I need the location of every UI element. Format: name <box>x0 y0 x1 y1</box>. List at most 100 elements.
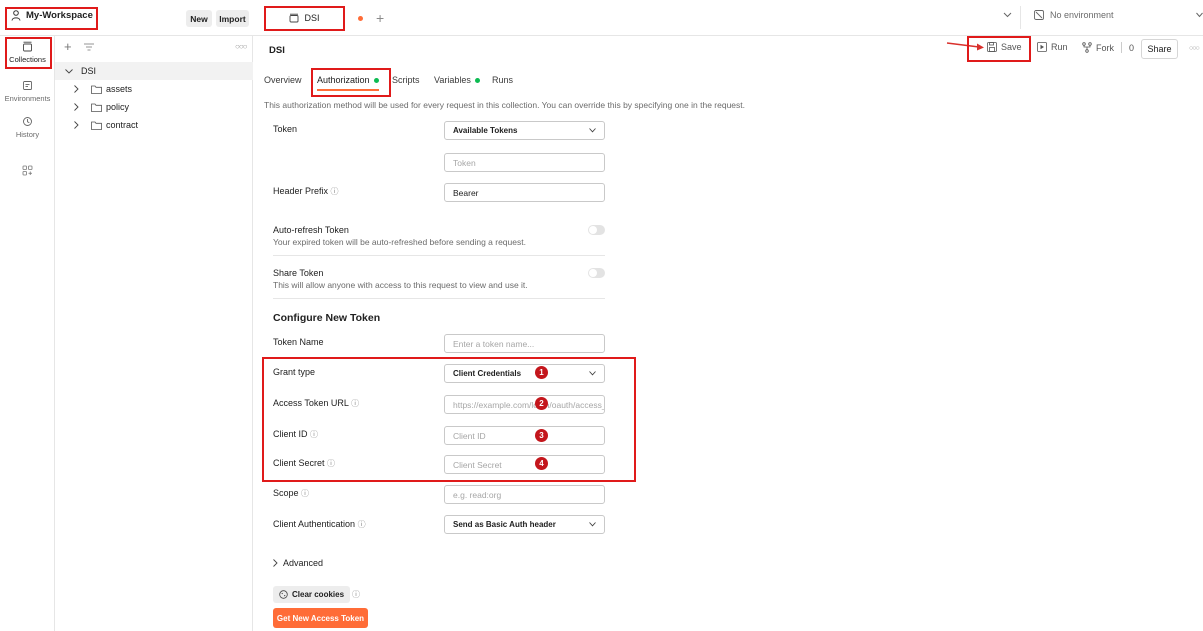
header-prefix-input[interactable]: Bearer <box>444 183 605 202</box>
grant-type-label: Grant type <box>273 367 316 377</box>
rail-environments[interactable]: Environments <box>0 80 55 103</box>
advanced-toggle[interactable]: Advanced <box>273 558 323 568</box>
chevron-down-icon <box>65 68 73 74</box>
chevron-down-icon <box>589 128 596 133</box>
client-auth-select[interactable]: Send as Basic Auth header <box>444 515 605 534</box>
client-secret-label: Client Secret ⓘ <box>273 458 335 469</box>
chevron-right-icon <box>273 559 278 567</box>
sidebar-more-icon[interactable]: ○○○ <box>235 42 247 51</box>
access-token-url-input[interactable]: https://example.com/login/oauth/access_t… <box>444 395 605 414</box>
tree-row-folder[interactable]: policy <box>55 98 253 116</box>
tab-variables[interactable]: Variables <box>434 75 480 85</box>
fork-separator <box>1121 42 1122 53</box>
configure-sidebar-icon[interactable] <box>22 165 33 176</box>
info-icon: ⓘ <box>310 430 319 439</box>
new-button[interactable]: New <box>186 10 212 27</box>
tab-label: DSI <box>304 12 320 23</box>
tabs-overflow-chevron-icon[interactable] <box>1003 12 1012 18</box>
user-icon <box>11 10 21 21</box>
client-auth-value: Send as Basic Auth header <box>453 520 556 529</box>
fork-button[interactable]: Fork 0 <box>1082 42 1134 53</box>
run-label: Run <box>1051 42 1068 52</box>
get-new-access-token-button[interactable]: Get New Access Token <box>273 608 368 628</box>
info-icon: ⓘ <box>351 399 360 408</box>
environment-selector[interactable]: No environment <box>1034 10 1114 20</box>
auto-refresh-desc: Your expired token will be auto-refreshe… <box>273 237 526 247</box>
token-input[interactable]: Token <box>444 153 605 172</box>
new-tab-plus-icon[interactable]: + <box>376 10 384 26</box>
info-icon: ⓘ <box>330 187 339 196</box>
history-icon <box>22 116 33 127</box>
clear-cookies-button[interactable]: Clear cookies <box>273 586 351 603</box>
tab-scripts[interactable]: Scripts <box>392 75 420 85</box>
fork-icon <box>1082 42 1092 53</box>
annotation-number: 3 <box>535 429 548 442</box>
environments-icon <box>22 80 33 91</box>
environment-label: No environment <box>1050 10 1114 20</box>
scope-label: Scope ⓘ <box>273 488 309 499</box>
tab-overview[interactable]: Overview <box>264 75 302 85</box>
collections-icon <box>22 41 33 52</box>
status-dot <box>373 78 379 84</box>
folder-icon <box>91 85 102 94</box>
header-prefix-label: Header Prefix ⓘ <box>273 186 339 197</box>
save-label: Save <box>1001 42 1022 52</box>
collection-icon <box>289 13 299 23</box>
info-icon: ⓘ <box>301 489 310 498</box>
share-token-toggle[interactable] <box>588 268 605 278</box>
token-name-label: Token Name <box>273 337 324 347</box>
save-button[interactable]: Save <box>987 42 1022 52</box>
tree-row-folder[interactable]: contract <box>55 116 253 134</box>
header-prefix-text: Header Prefix <box>273 186 329 196</box>
token-label: Token <box>273 124 298 134</box>
run-button[interactable]: Run <box>1037 42 1068 52</box>
token-select-value: Available Tokens <box>453 126 518 135</box>
info-icon: ⓘ <box>327 459 336 468</box>
cookie-icon <box>279 590 288 599</box>
chevron-down-icon <box>589 522 596 527</box>
scope-input[interactable]: e.g. read:org <box>444 485 605 504</box>
page-title: DSI <box>269 45 285 56</box>
access-token-url-placeholder: https://example.com/login/oauth/access_t… <box>453 399 604 410</box>
fork-label: Fork <box>1096 42 1114 53</box>
tab-runs[interactable]: Runs <box>492 75 513 85</box>
folder-label: contract <box>106 120 139 130</box>
add-collection-icon[interactable]: + <box>64 39 72 54</box>
chevron-right-icon <box>74 121 79 129</box>
share-token-desc: This will allow anyone with access to th… <box>273 280 528 290</box>
grant-type-value: Client Credentials <box>453 369 522 378</box>
rail-collections-label: Collections <box>9 55 46 64</box>
more-options-icon[interactable]: ○○○ <box>1189 45 1200 52</box>
rail-environments-label: Environments <box>4 94 51 103</box>
filter-icon[interactable] <box>84 43 94 51</box>
save-icon <box>987 42 997 52</box>
annotation-number: 1 <box>535 366 548 379</box>
auth-description: This authorization method will be used f… <box>264 100 745 110</box>
rail-collections[interactable]: Collections <box>0 41 55 64</box>
grant-type-select[interactable]: Client Credentials <box>444 364 605 383</box>
token-select[interactable]: Available Tokens <box>444 121 605 140</box>
tab-authorization-label: Authorization <box>317 75 370 85</box>
share-button[interactable]: Share <box>1141 39 1178 59</box>
tab-dsi[interactable]: DSI <box>264 6 345 31</box>
rail-history[interactable]: History <box>0 116 55 139</box>
rail-history-label: History <box>15 130 40 139</box>
client-secret-input[interactable]: Client Secret <box>444 455 605 474</box>
top-bar <box>0 0 1203 36</box>
workspace-switcher[interactable]: My-Workspace <box>11 10 93 21</box>
environment-chevron-icon[interactable] <box>1196 12 1203 18</box>
client-id-input[interactable]: Client ID <box>444 426 605 445</box>
fork-count: 0 <box>1129 42 1135 53</box>
import-button[interactable]: Import <box>216 10 249 27</box>
tab-variables-label: Variables <box>434 75 471 85</box>
run-icon <box>1037 42 1047 52</box>
token-name-input[interactable]: Enter a token name... <box>444 334 605 353</box>
clear-cookies-label: Clear cookies <box>292 590 345 599</box>
tree-row-folder[interactable]: assets <box>55 80 253 98</box>
auto-refresh-title: Auto-refresh Token <box>273 225 349 235</box>
tab-authorization[interactable]: Authorization <box>317 75 379 85</box>
clear-cookies-info-icon: ⓘ <box>352 590 360 599</box>
auto-refresh-toggle[interactable] <box>588 225 605 235</box>
client-secret-text: Client Secret <box>273 458 325 468</box>
tree-row-root[interactable]: DSI <box>55 62 253 80</box>
